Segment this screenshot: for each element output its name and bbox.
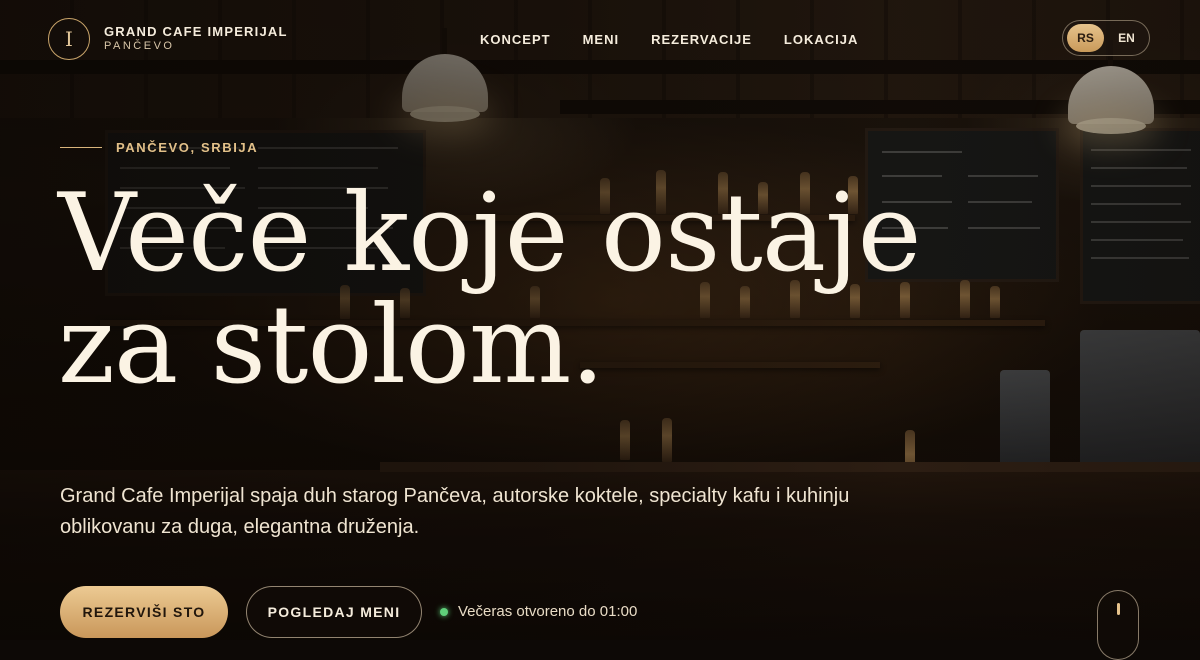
- view-menu-button[interactable]: POGLEDAJ MENI: [246, 586, 422, 638]
- scroll-down-icon[interactable]: [1097, 590, 1139, 660]
- headline-line-1: Veče koje ostaje: [58, 171, 922, 296]
- hero-eyebrow: PANČEVO, SRBIJA: [60, 140, 258, 155]
- language-switcher: RS EN: [1062, 20, 1150, 56]
- eyebrow-divider: [60, 147, 102, 148]
- language-option-en[interactable]: EN: [1108, 24, 1145, 52]
- reserve-table-button[interactable]: REZERVIŠI STO: [60, 586, 228, 638]
- brand-city: PANČEVO: [104, 40, 175, 53]
- main-navigation: KONCEPT MENI REZERVACIJE LOKACIJA: [480, 32, 858, 47]
- nav-item-meni[interactable]: MENI: [583, 32, 620, 47]
- brand-name: GRAND CAFE IMPERIJAL: [104, 24, 288, 40]
- hero-headline: Veče koje ostaje za stolom.: [58, 178, 1058, 402]
- hero-description: Grand Cafe Imperijal spaja duh starog Pa…: [60, 485, 850, 538]
- brand-logo[interactable]: I GRAND CAFE IMPERIJAL PANČEVO: [48, 18, 288, 60]
- eyebrow-location: PANČEVO, SRBIJA: [116, 140, 259, 155]
- nav-item-rezervacije[interactable]: REZERVACIJE: [651, 32, 752, 47]
- open-status-dot-icon: [440, 607, 448, 616]
- scroll-indicator-dot: [1117, 603, 1120, 615]
- language-option-rs[interactable]: RS: [1067, 24, 1104, 52]
- logo-monogram-icon: I: [48, 18, 90, 60]
- nav-item-lokacija[interactable]: LOKACIJA: [784, 32, 858, 47]
- opening-status-text: Večeras otvoreno do 01:00: [458, 603, 638, 620]
- nav-item-koncept[interactable]: KONCEPT: [480, 32, 551, 47]
- headline-line-2: za stolom.: [58, 283, 605, 408]
- opening-status: Večeras otvoreno do 01:00: [440, 603, 637, 620]
